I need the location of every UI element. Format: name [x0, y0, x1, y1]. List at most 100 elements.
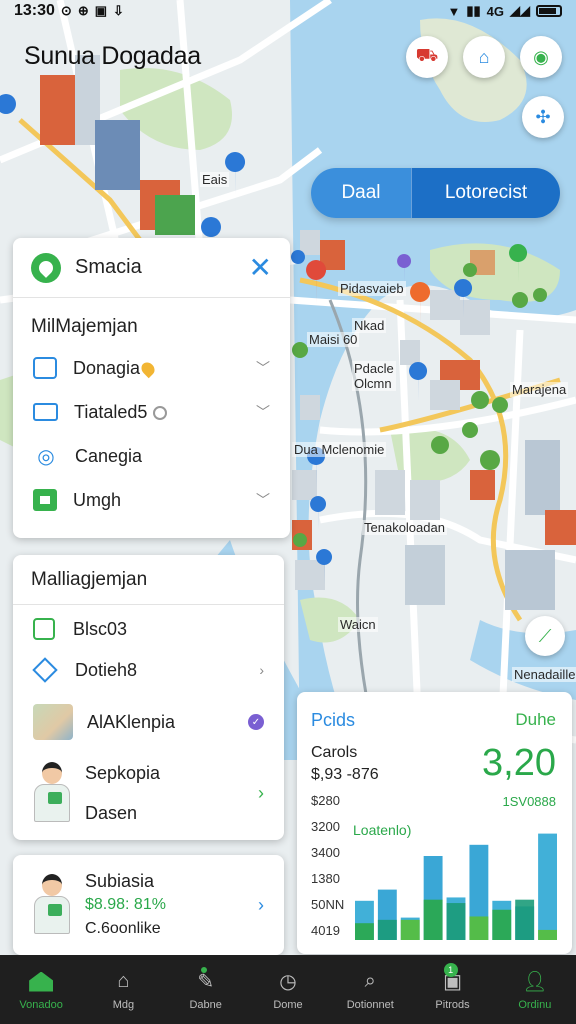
badge-icon: ✓: [248, 714, 264, 730]
chevron-right-icon: ›: [259, 662, 264, 678]
map-label: Nenadaille: [512, 667, 576, 682]
stats-card: Pcids Duhe Carols $,93 -876 3,20 1SV0888…: [297, 692, 572, 954]
toggle-right-option[interactable]: Lotorecist: [411, 168, 560, 218]
list-card-title: Malliagjemjan: [13, 555, 284, 605]
filter-item-label: Canegia: [75, 445, 143, 466]
summary-card[interactable]: Subiasia $8.98: 81% C.6oonlike ›: [13, 855, 284, 955]
layers-icon: ◉: [533, 46, 549, 67]
filter-item-label: Tiataled5: [74, 401, 148, 422]
y-tick-label: $280: [311, 793, 340, 808]
route-button[interactable]: ⟋: [525, 616, 565, 656]
nav-label: Ordinu: [518, 998, 552, 1011]
filter-item-tiataled[interactable]: Tiataled5 ﹀: [13, 390, 290, 434]
notification-badge: 1: [443, 963, 458, 977]
agent-avatar: [33, 762, 71, 824]
shield-icon: [153, 405, 168, 420]
stats-cards-label: Carols: [311, 744, 358, 761]
battery-icon: [536, 5, 562, 17]
status-bar: 13:30 ⊙ ⊕ ▣ ⇩ ▼ ▮▮ 4G ◢◢: [0, 0, 576, 22]
cell-signal-icon: ◢◢: [510, 3, 530, 18]
nav-photos[interactable]: ▣ 1 Pitrods: [411, 955, 493, 1024]
signal-bars-icon: ▮▮: [466, 3, 481, 18]
filter-item-label: Umgh: [73, 489, 122, 510]
nav-label: Pitrods: [435, 998, 470, 1011]
nav-profile[interactable]: 👤︎ Ordinu: [494, 955, 576, 1024]
map-label: Eais: [200, 172, 230, 187]
list-item[interactable]: Dotieh8 ›: [13, 649, 284, 691]
nav-label: Dotionnet: [346, 998, 394, 1011]
list-item-agent[interactable]: Sepkopia Dasen ›: [13, 753, 284, 833]
chart-bar: [377, 919, 397, 940]
toggle-left-option[interactable]: Daal: [311, 168, 411, 218]
nav-clock[interactable]: ◷ Dome: [247, 955, 329, 1024]
stats-right-label[interactable]: Duhe: [515, 710, 556, 730]
list-item-label: AlAKlenpia: [87, 711, 176, 732]
property-thumbnail: [33, 704, 73, 740]
nav-map[interactable]: ⌂ Mdg: [82, 955, 164, 1024]
map-label: Waicn: [338, 617, 378, 632]
nav-edit[interactable]: ✎ Dabne: [165, 955, 247, 1024]
chart-bar: [515, 899, 535, 940]
y-tick-label: 50NN: [311, 897, 344, 912]
y-tick-label: 1380: [311, 871, 340, 886]
list-item[interactable]: AlAKlenpia ✓: [13, 691, 284, 753]
bottom-nav: Vonadoo ⌂ Mdg ✎ Dabne ◷ Dome ⌕ Dotionnet…: [0, 955, 576, 1024]
map-label: Nkad: [352, 318, 387, 333]
clock-icon: ◷: [279, 971, 297, 993]
close-icon[interactable]: ✕: [249, 251, 272, 284]
chart-bar: [400, 919, 420, 940]
list-item-label: Blsc03: [73, 618, 128, 639]
chevron-right-icon: ›: [258, 894, 264, 915]
list-item[interactable]: Blsc03: [13, 609, 284, 649]
download-icon: ⇩: [113, 3, 124, 18]
stats-big-value: 3,20: [482, 742, 556, 784]
list-item-label: Dotieh8: [75, 659, 138, 680]
filter-item-label: Donagia: [73, 357, 141, 378]
y-tick-label: 3200: [311, 819, 340, 834]
view-mode-toggle[interactable]: Daal Lotorecist: [311, 168, 560, 218]
filter-item-umgh[interactable]: Umgh ﹀: [13, 478, 290, 522]
chart-bar: [469, 916, 489, 940]
diamond-icon: [32, 657, 58, 683]
summary-title: Subiasia: [85, 871, 155, 891]
agent-avatar: [33, 874, 71, 936]
delivery-truck-button[interactable]: ⛟: [406, 36, 448, 78]
map-label: Tenakoloadan: [362, 520, 447, 535]
filter-item-canegia[interactable]: ◎ Canegia: [13, 434, 290, 478]
bar-chart: $280 3200 3400 1380 50NN 4019: [311, 793, 557, 940]
compass-icon: ✣: [535, 106, 551, 127]
compass-button[interactable]: ✣: [522, 96, 564, 138]
route-icon: ⟋: [538, 625, 552, 646]
person-icon: 👤︎: [522, 971, 548, 993]
map-label: Pdacle Olcmn: [352, 361, 396, 391]
map-label: Pidasvaieb: [338, 281, 406, 296]
stats-title: Pcids: [311, 710, 356, 730]
list-item-label: Sepkopia: [85, 763, 161, 783]
chevron-down-icon: ﹀: [256, 360, 270, 376]
chart-bar: [538, 833, 557, 940]
layers-button[interactable]: ◉: [520, 36, 562, 78]
nav-home[interactable]: Vonadoo: [0, 955, 82, 1024]
chevron-down-icon: ﹀: [256, 492, 270, 508]
nav-label: Dabne: [189, 998, 222, 1011]
chart-bar: [423, 899, 443, 940]
filter-card-subtitle: MilMajemjan: [31, 316, 138, 337]
chevron-down-icon: ﹀: [256, 404, 270, 420]
search-icon: ⌕: [364, 970, 376, 992]
house-outline-icon: ⌂: [117, 970, 130, 992]
y-tick-label: 4019: [311, 923, 340, 938]
map-label: Dua Mclenomie: [292, 442, 387, 457]
status-time: 13:30: [14, 2, 55, 19]
filter-card-title: Smacia: [75, 256, 142, 278]
location-pin-icon: ◎: [37, 445, 55, 468]
nav-label: Vonadoo: [19, 998, 63, 1011]
app-title: Sunua Dogadaa: [24, 42, 201, 70]
bookmark-button[interactable]: ⌂: [463, 36, 505, 78]
filter-item-donagia[interactable]: Donagia ﹀: [13, 346, 290, 390]
chart-bar: [355, 923, 374, 940]
wifi-icon: ▼: [447, 3, 461, 19]
nav-search[interactable]: ⌕ Dotionnet: [329, 955, 411, 1024]
filter-card-header: Smacia ✕: [13, 238, 290, 298]
chart-bar: [538, 929, 557, 940]
list-card: Malliagjemjan Blsc03 Dotieh8 › AlAKlenpi…: [13, 555, 284, 840]
